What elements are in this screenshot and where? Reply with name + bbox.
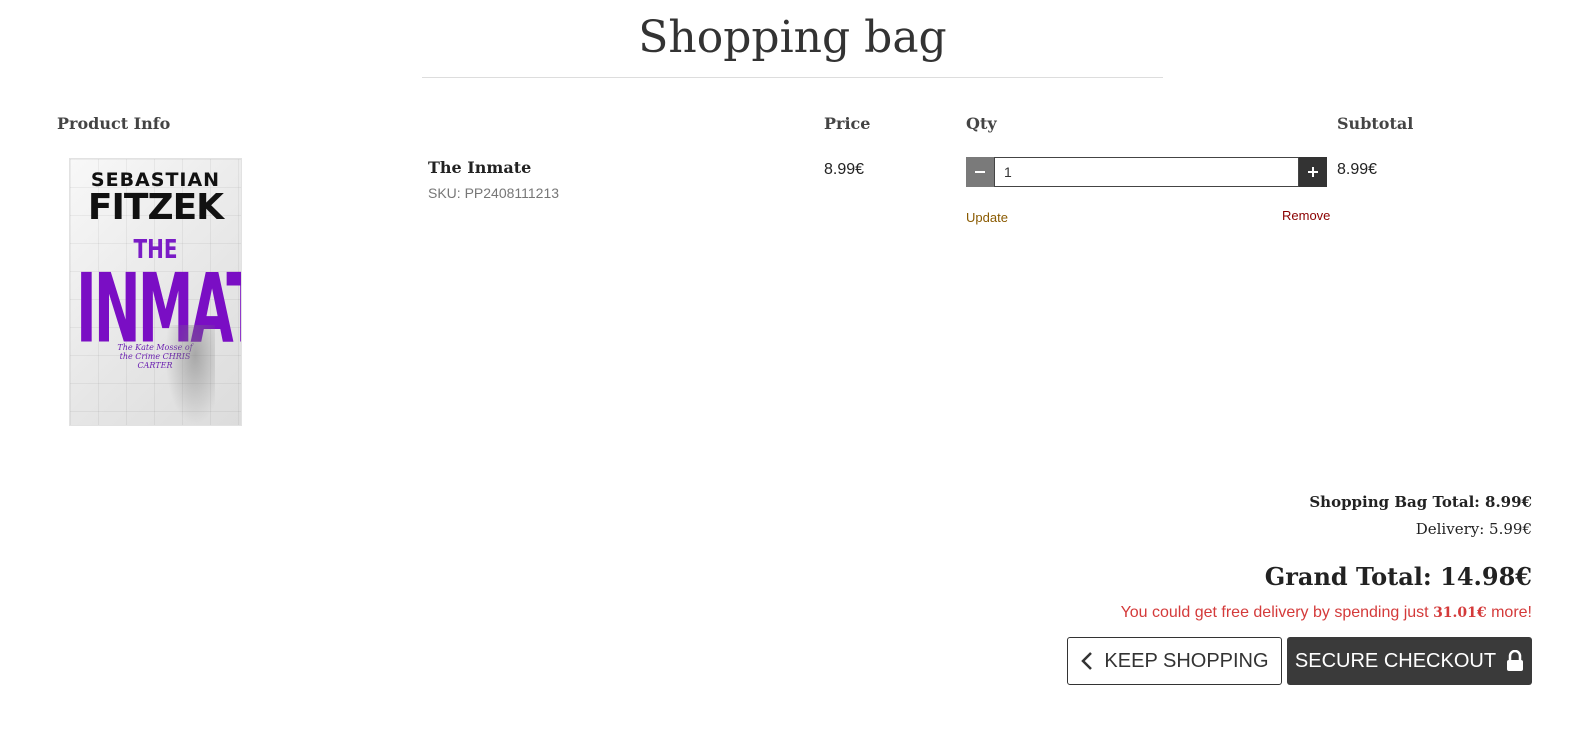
free-delivery-prefix: You could get free delivery by spending …	[1120, 604, 1434, 621]
column-header-price: Price	[824, 114, 871, 133]
plus-icon	[1307, 166, 1319, 178]
keep-shopping-button[interactable]: KEEP SHOPPING	[1067, 637, 1282, 685]
shopping-bag-total: Shopping Bag Total: 8.99€	[1309, 493, 1532, 511]
free-delivery-note: You could get free delivery by spending …	[1121, 604, 1532, 622]
qty-increase-button[interactable]	[1299, 157, 1327, 187]
product-title[interactable]: The Inmate	[428, 158, 531, 177]
free-delivery-suffix: more!	[1486, 604, 1532, 621]
title-divider	[422, 77, 1163, 78]
cover-shadow-figure	[165, 325, 215, 425]
qty-decrease-button[interactable]	[966, 157, 994, 187]
grand-total: Grand Total: 14.98€	[1264, 562, 1532, 591]
qty-input[interactable]	[994, 157, 1299, 187]
quantity-stepper	[966, 157, 1327, 187]
secure-checkout-button[interactable]: SECURE CHECKOUT	[1287, 637, 1532, 685]
update-link[interactable]: Update	[966, 210, 1008, 225]
delivery-cost: Delivery: 5.99€	[1415, 520, 1532, 538]
page-title: Shopping bag	[638, 12, 947, 63]
column-header-qty: Qty	[966, 114, 997, 133]
minus-icon	[974, 166, 986, 178]
keep-shopping-label: KEEP SHOPPING	[1104, 649, 1269, 672]
remove-link[interactable]: Remove	[1282, 208, 1330, 223]
product-subtotal: 8.99€	[1337, 161, 1378, 178]
secure-checkout-label: SECURE CHECKOUT	[1294, 649, 1497, 672]
free-delivery-amount: 31.01€	[1433, 605, 1487, 621]
column-header-subtotal: Subtotal	[1337, 114, 1414, 133]
product-sku: SKU: PP2408111213	[428, 185, 560, 201]
cover-author-last: FITZEK	[87, 187, 224, 228]
chevron-left-icon	[1080, 651, 1094, 671]
product-image[interactable]: SEBASTIAN FITZEK THE INMATE The Kate Mos…	[69, 158, 242, 426]
lock-icon	[1506, 650, 1524, 672]
column-header-product-info: Product Info	[57, 114, 171, 133]
product-price: 8.99€	[824, 161, 865, 178]
